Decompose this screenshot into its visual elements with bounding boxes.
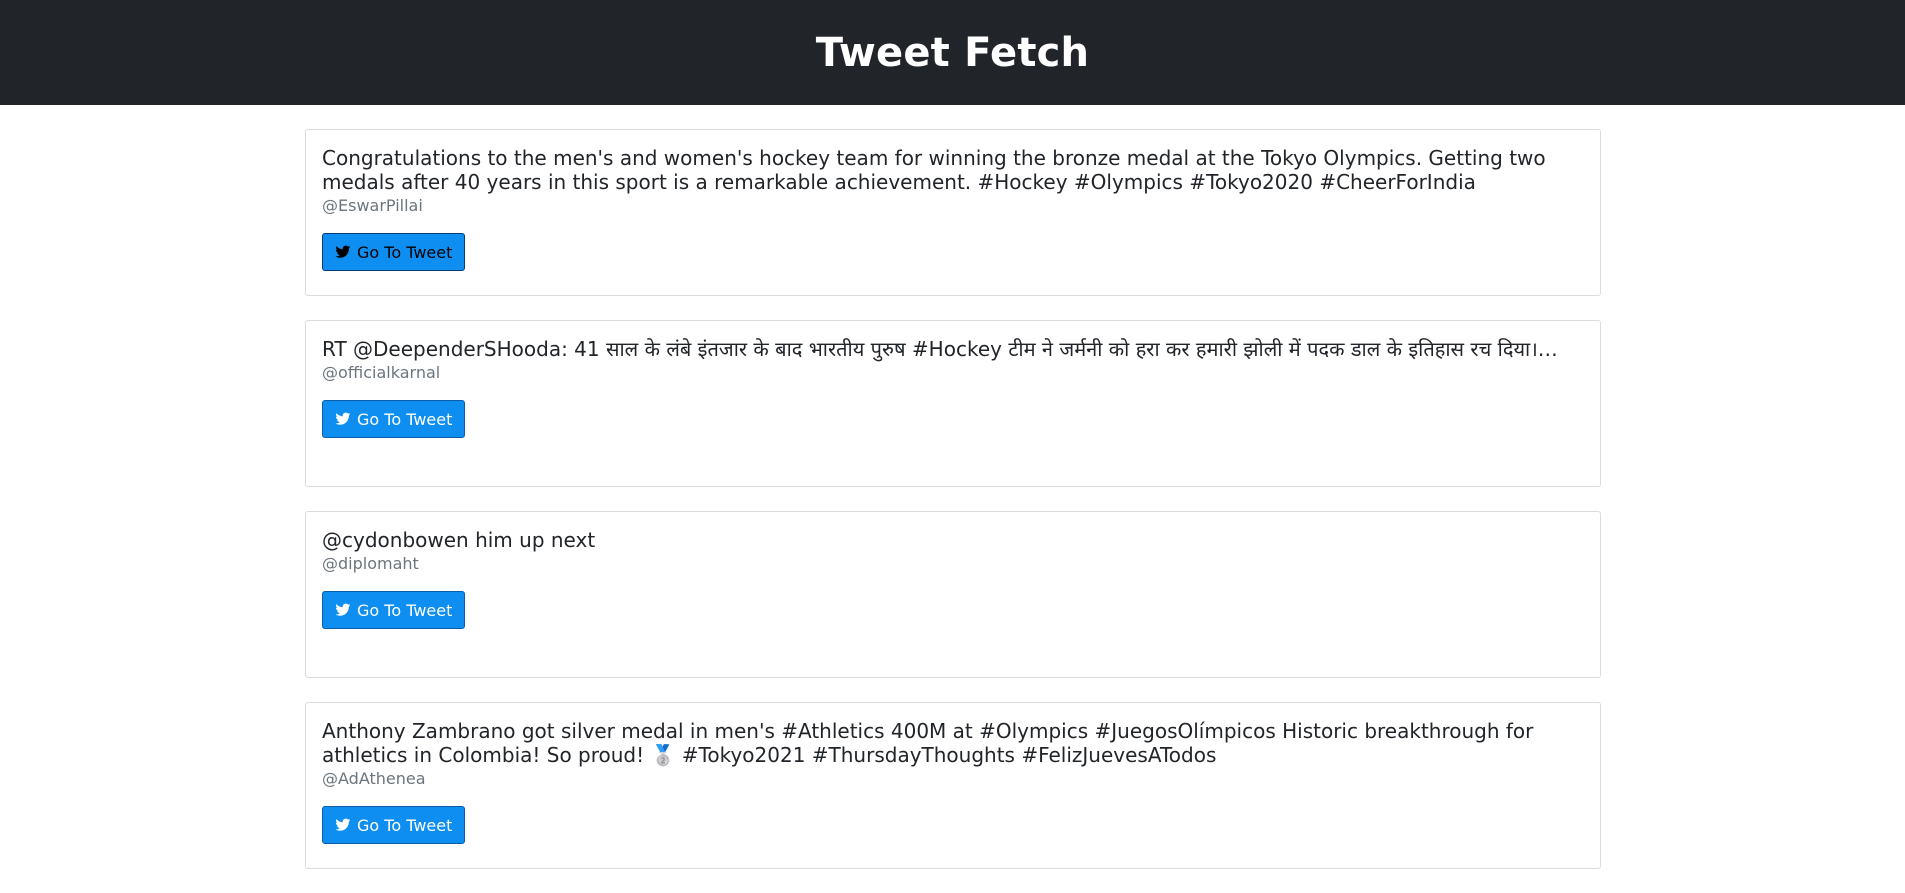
tweet-card: RT @DeependerSHooda: 41 साल के लंबे इंतज… xyxy=(305,320,1601,487)
twitter-bird-icon xyxy=(335,412,351,425)
tweet-text: Congratulations to the men's and women's… xyxy=(322,146,1546,194)
go-to-tweet-button[interactable]: Go To Tweet xyxy=(322,233,465,271)
page-title: Tweet Fetch xyxy=(815,29,1090,76)
go-to-tweet-label: Go To Tweet xyxy=(357,815,453,835)
go-to-tweet-label: Go To Tweet xyxy=(357,600,453,620)
twitter-bird-icon xyxy=(335,818,351,831)
tweet-text: Anthony Zambrano got silver medal in men… xyxy=(322,719,1534,767)
tweet-text: @cydonbowen him up next xyxy=(322,528,596,552)
go-to-tweet-button[interactable]: Go To Tweet xyxy=(322,400,465,438)
twitter-bird-icon xyxy=(335,603,351,616)
app-header: Tweet Fetch xyxy=(0,0,1905,105)
tweet-username: @diplomaht xyxy=(322,554,419,573)
tweet-card: Congratulations to the men's and women's… xyxy=(305,129,1601,296)
go-to-tweet-button[interactable]: Go To Tweet xyxy=(322,806,465,844)
tweet-username: @officialkarnal xyxy=(322,363,441,382)
tweet-list: Congratulations to the men's and women's… xyxy=(305,129,1601,893)
tweet-username: @EswarPillai xyxy=(322,196,423,215)
tweet-username: @AdAthenea xyxy=(322,769,426,788)
go-to-tweet-label: Go To Tweet xyxy=(357,409,453,429)
twitter-bird-icon xyxy=(335,245,351,258)
go-to-tweet-button[interactable]: Go To Tweet xyxy=(322,591,465,629)
tweet-text: RT @DeependerSHooda: 41 साल के लंबे इंतज… xyxy=(322,337,1558,361)
go-to-tweet-label: Go To Tweet xyxy=(357,242,453,262)
tweet-card: @cydonbowen him up next @diplomaht Go To… xyxy=(305,511,1601,678)
